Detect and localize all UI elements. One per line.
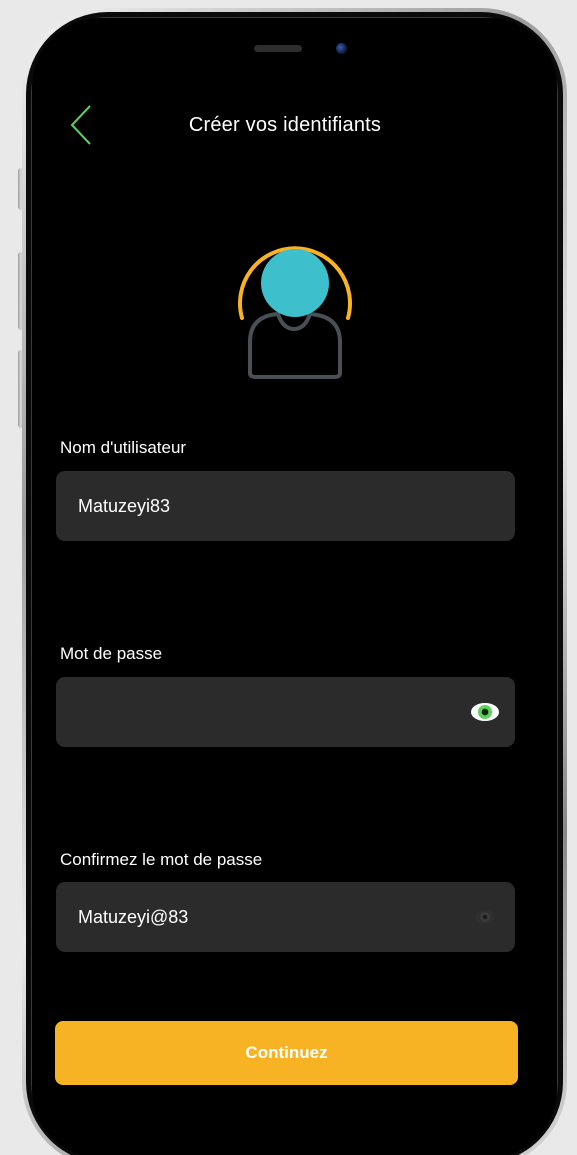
username-label: Nom d'utilisateur: [60, 438, 187, 457]
show-password-toggle[interactable]: [469, 701, 501, 723]
page-title: Créer vos identifiants: [188, 114, 382, 136]
confirm-password-field[interactable]: Matuzeyi@83: [56, 882, 515, 952]
device-mockup: Créer vos identifiants Nom d'utilisateur…: [0, 0, 577, 1155]
continue-button[interactable]: Continuez: [55, 1021, 518, 1085]
confirm-password-value: Matuzeyi@83: [78, 906, 189, 927]
eye-icon: [475, 910, 495, 924]
user-avatar-icon: [208, 210, 358, 380]
show-confirm-password-toggle[interactable]: [469, 906, 501, 928]
front-camera: [336, 43, 347, 54]
chevron-left-icon: [70, 105, 91, 145]
earpiece-speaker: [254, 45, 302, 52]
phone-screen-wrapper: [22, 8, 567, 1155]
password-field[interactable]: [56, 677, 515, 747]
username-value: Matuzeyi83: [78, 495, 171, 516]
back-button[interactable]: [62, 100, 102, 146]
password-label: Mot de passe: [60, 644, 163, 663]
confirm-password-label: Confirmez le mot de passe: [60, 850, 263, 869]
app-screen: [32, 18, 557, 1155]
username-field[interactable]: Matuzeyi83: [56, 471, 515, 541]
eye-icon: [471, 703, 499, 721]
